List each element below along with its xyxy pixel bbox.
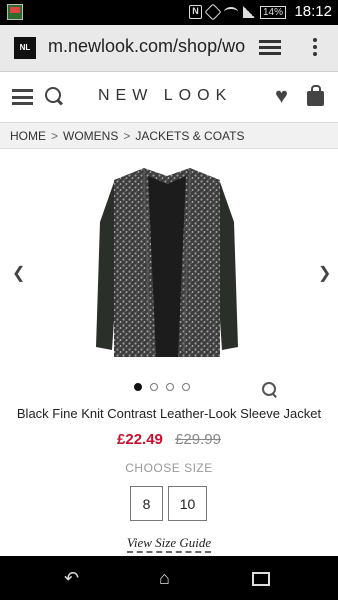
breadcrumb: HOME > WOMENS > JACKETS & COATS (0, 122, 338, 149)
breadcrumb-separator: > (123, 128, 131, 143)
product-gallery: ❮ ❯ (0, 150, 338, 375)
size-guide-link[interactable]: View Size Guide (0, 535, 338, 553)
nfc-icon: N (188, 5, 202, 19)
signal-icon (242, 6, 255, 18)
search-icon[interactable] (45, 87, 63, 105)
size-option-8[interactable]: 8 (130, 486, 163, 521)
gallery-dot-2[interactable] (150, 383, 158, 391)
breadcrumb-separator: > (51, 128, 59, 143)
site-favicon: NL (14, 37, 36, 59)
choose-size-label: CHOOSE SIZE (125, 461, 213, 475)
battery-indicator: 14% (259, 5, 286, 19)
product-prices: £22.49 £29.99 (0, 431, 338, 448)
vibrate-icon (204, 3, 222, 21)
product-image[interactable] (92, 162, 242, 362)
gallery-dot-4[interactable] (182, 383, 190, 391)
breadcrumb-jackets-coats[interactable]: JACKETS & COATS (135, 129, 244, 143)
breadcrumb-home[interactable]: HOME (10, 129, 46, 143)
notification-app-icon (7, 4, 23, 20)
url-bar[interactable]: m.newlook.com/shop/wo (48, 36, 258, 57)
gallery-dot-3[interactable] (166, 383, 174, 391)
zoom-in-icon[interactable] (262, 382, 278, 398)
status-bar: N 14% 18:12 (0, 0, 338, 25)
gallery-dots (134, 383, 190, 391)
home-icon[interactable]: ⌂ (159, 568, 170, 589)
bag-icon[interactable] (307, 85, 324, 106)
system-nav-bar: ↶ ⌂ (0, 556, 338, 600)
heart-icon[interactable]: ♥ (275, 85, 288, 107)
status-icons: N 14% (188, 3, 286, 21)
gallery-dot-1[interactable] (134, 383, 142, 391)
site-logo[interactable]: NEW LOOK (98, 87, 232, 105)
back-icon[interactable]: ↶ (64, 568, 79, 589)
size-options: 8 10 (130, 486, 207, 521)
wifi-icon (223, 7, 238, 17)
original-price: £29.99 (175, 431, 221, 448)
more-options-icon[interactable] (312, 38, 318, 60)
sale-price: £22.49 (117, 431, 163, 448)
menu-icon[interactable] (12, 89, 33, 105)
size-guide-label[interactable]: View Size Guide (126, 535, 212, 553)
size-option-10[interactable]: 10 (168, 486, 207, 521)
product-title: Black Fine Knit Contrast Leather-Look Sl… (16, 406, 322, 421)
clock: 18:12 (294, 3, 332, 20)
gallery-prev-arrow[interactable]: ❮ (12, 263, 25, 283)
gallery-next-arrow[interactable]: ❯ (318, 263, 331, 283)
browser-toolbar: NL m.newlook.com/shop/wo (0, 25, 338, 72)
breadcrumb-womens[interactable]: WOMENS (63, 129, 118, 143)
recent-apps-icon[interactable] (252, 572, 270, 586)
tabs-icon[interactable] (259, 40, 281, 56)
site-header: NEW LOOK ♥ (0, 72, 338, 122)
